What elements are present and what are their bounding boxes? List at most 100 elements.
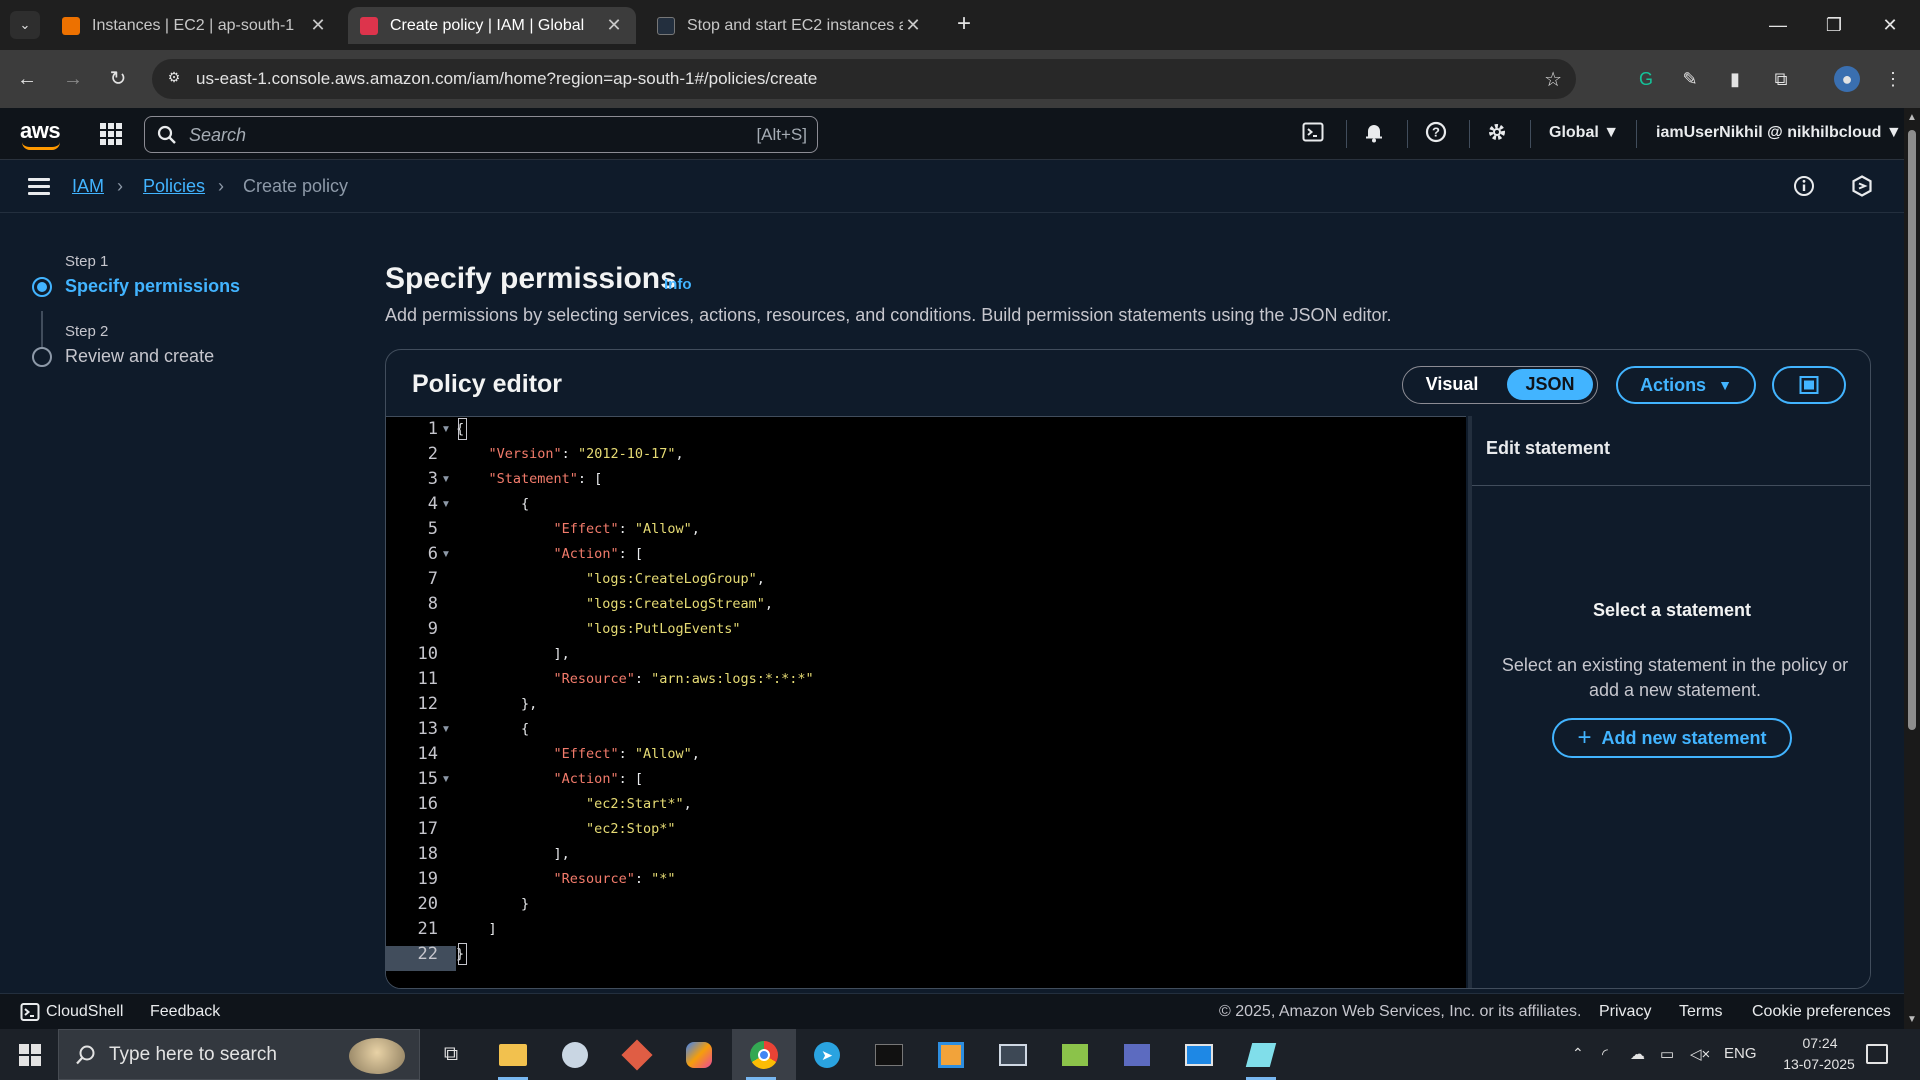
- info-link[interactable]: Info: [664, 276, 692, 293]
- wifi-icon[interactable]: ◜: [1602, 1045, 1608, 1063]
- code-line[interactable]: "Resource": "arn:aws:logs:*:*:*": [456, 667, 814, 692]
- eyedropper-icon[interactable]: ✎: [1677, 66, 1703, 92]
- breadcrumb-iam[interactable]: IAM: [72, 176, 104, 197]
- code-area[interactable]: { "Version": "2012-10-17", "Statement": …: [456, 417, 1456, 988]
- terms-link[interactable]: Terms: [1679, 1003, 1723, 1021]
- code-line[interactable]: {: [456, 492, 529, 517]
- url-text[interactable]: us-east-1.console.aws.amazon.com/iam/hom…: [196, 69, 817, 89]
- account-menu[interactable]: iamUserNikhil @ nikhilbcloud ▼: [1656, 124, 1902, 142]
- code-line[interactable]: "Statement": [: [456, 467, 603, 492]
- code-line[interactable]: {: [456, 717, 529, 742]
- show-hidden-icons-icon[interactable]: ⌃: [1572, 1045, 1584, 1062]
- breadcrumb-policies[interactable]: Policies: [143, 176, 205, 197]
- browser-tab-article[interactable]: Stop and start EC2 instances at ✕: [645, 7, 935, 44]
- code-line[interactable]: "logs:CreateLogGroup",: [456, 567, 765, 592]
- notifications-center-icon[interactable]: [1866, 1044, 1888, 1064]
- split-view-toggle-button[interactable]: [1772, 366, 1846, 404]
- fold-arrow-icon[interactable]: ▼: [441, 424, 451, 435]
- fold-arrow-icon[interactable]: ▼: [441, 549, 451, 560]
- windows-start-icon[interactable]: [19, 1044, 41, 1066]
- address-bar[interactable]: ⚙ us-east-1.console.aws.amazon.com/iam/h…: [152, 59, 1576, 99]
- back-arrow-icon[interactable]: ←: [12, 64, 42, 94]
- extension-icon[interactable]: ▮: [1722, 66, 1748, 92]
- clock-time[interactable]: 07:24: [1790, 1035, 1850, 1051]
- cloudshell-icon[interactable]: [20, 1002, 40, 1022]
- minimize-icon[interactable]: —: [1750, 0, 1806, 50]
- task-view-icon[interactable]: ⧉: [422, 1029, 480, 1080]
- fold-arrow-icon[interactable]: ▼: [441, 724, 451, 735]
- terminal-icon[interactable]: [860, 1029, 918, 1080]
- app-icon-1[interactable]: [546, 1029, 604, 1080]
- profile-avatar[interactable]: ●: [1834, 66, 1860, 92]
- code-line[interactable]: "Effect": "Allow",: [456, 517, 700, 542]
- code-line[interactable]: ],: [456, 842, 570, 867]
- scroll-down-icon[interactable]: ▼: [1907, 1014, 1917, 1025]
- code-line[interactable]: "Effect": "Allow",: [456, 742, 700, 767]
- new-tab-button[interactable]: +: [950, 10, 978, 38]
- tab-search-button[interactable]: ⌄: [10, 11, 40, 39]
- browser-menu-icon[interactable]: ⋮: [1880, 66, 1906, 92]
- tab-close-icon[interactable]: ✕: [604, 15, 624, 36]
- extensions-puzzle-icon[interactable]: ⧉: [1768, 66, 1794, 92]
- region-selector[interactable]: Global ▼: [1549, 124, 1619, 142]
- code-line[interactable]: "Action": [: [456, 542, 643, 567]
- taskbar-search-box[interactable]: Type here to search: [58, 1029, 420, 1080]
- browser-tab-iam[interactable]: Create policy | IAM | Global ✕: [348, 7, 636, 44]
- bookmark-star-icon[interactable]: ☆: [1544, 67, 1562, 92]
- git-icon[interactable]: [608, 1029, 666, 1080]
- app-icon-3[interactable]: [1046, 1029, 1104, 1080]
- fold-arrow-icon[interactable]: ▼: [441, 774, 451, 785]
- notifications-bell-icon[interactable]: [1361, 121, 1387, 147]
- snipping-tool-icon[interactable]: [984, 1029, 1042, 1080]
- fold-arrow-icon[interactable]: ▼: [441, 499, 451, 510]
- forward-arrow-icon[interactable]: →: [58, 64, 88, 94]
- site-info-icon[interactable]: ⚙: [164, 69, 184, 89]
- code-line[interactable]: "Version": "2012-10-17",: [456, 442, 684, 467]
- close-window-icon[interactable]: ✕: [1862, 0, 1918, 50]
- code-line[interactable]: }: [456, 892, 529, 917]
- code-line[interactable]: "Resource": "*": [456, 867, 676, 892]
- volume-muted-icon[interactable]: ◁×: [1690, 1045, 1710, 1063]
- hexagon-settings-icon[interactable]: [1850, 174, 1874, 198]
- language-indicator[interactable]: ENG: [1724, 1045, 1757, 1062]
- search-input[interactable]: Search [Alt+S]: [144, 116, 818, 153]
- visual-mode-button[interactable]: Visual: [1407, 369, 1497, 400]
- code-line[interactable]: "ec2:Stop*": [456, 817, 675, 842]
- tab-close-icon[interactable]: ✕: [903, 15, 923, 36]
- scrollbar-thumb[interactable]: [1908, 130, 1916, 730]
- reload-icon[interactable]: ↻: [103, 64, 133, 94]
- scroll-up-icon[interactable]: ▲: [1907, 112, 1917, 123]
- services-grid-icon[interactable]: [100, 123, 122, 145]
- copilot-icon[interactable]: [670, 1029, 728, 1080]
- help-icon[interactable]: ?: [1423, 121, 1449, 147]
- code-line[interactable]: "logs:CreateLogStream",: [456, 592, 773, 617]
- code-line[interactable]: ],: [456, 642, 570, 667]
- privacy-link[interactable]: Privacy: [1599, 1003, 1651, 1021]
- code-line[interactable]: "logs:PutLogEvents": [456, 617, 740, 642]
- remote-desktop-icon[interactable]: [1170, 1029, 1228, 1080]
- page-scrollbar[interactable]: ▲ ▼: [1904, 108, 1920, 1029]
- actions-dropdown-button[interactable]: Actions ▼: [1616, 366, 1756, 404]
- tab-close-icon[interactable]: ✕: [308, 15, 328, 36]
- json-mode-button[interactable]: JSON: [1507, 369, 1593, 400]
- info-panel-icon[interactable]: [1792, 174, 1816, 198]
- code-line[interactable]: "ec2:Start*",: [456, 792, 692, 817]
- add-new-statement-button[interactable]: + Add new statement: [1552, 718, 1792, 758]
- code-line[interactable]: },: [456, 692, 537, 717]
- app-icon-4[interactable]: [1232, 1029, 1290, 1080]
- feedback-link[interactable]: Feedback: [150, 1003, 220, 1021]
- cloudshell-link[interactable]: CloudShell: [46, 1003, 123, 1021]
- hamburger-menu-icon[interactable]: [28, 178, 50, 195]
- code-line[interactable]: "Action": [: [456, 767, 643, 792]
- settings-gear-icon[interactable]: [1484, 121, 1510, 147]
- chrome-icon[interactable]: [732, 1029, 796, 1080]
- aws-logo[interactable]: aws: [20, 118, 64, 150]
- cookie-preferences-link[interactable]: Cookie preferences: [1752, 1003, 1891, 1021]
- json-code-editor[interactable]: 1 ▼ 2 3 ▼ 4 ▼ 5 6 ▼ 7 8 9 10 11 12 13 ▼ 14 15 ▼ 16 17 18 19 20 21 2…: [386, 416, 1466, 988]
- code-line[interactable]: ]: [456, 917, 497, 942]
- cloudshell-icon[interactable]: [1300, 121, 1326, 147]
- app-icon-2[interactable]: [922, 1029, 980, 1080]
- telegram-icon[interactable]: ➤: [798, 1029, 856, 1080]
- onedrive-icon[interactable]: ☁: [1630, 1045, 1645, 1063]
- fold-arrow-icon[interactable]: ▼: [441, 474, 451, 485]
